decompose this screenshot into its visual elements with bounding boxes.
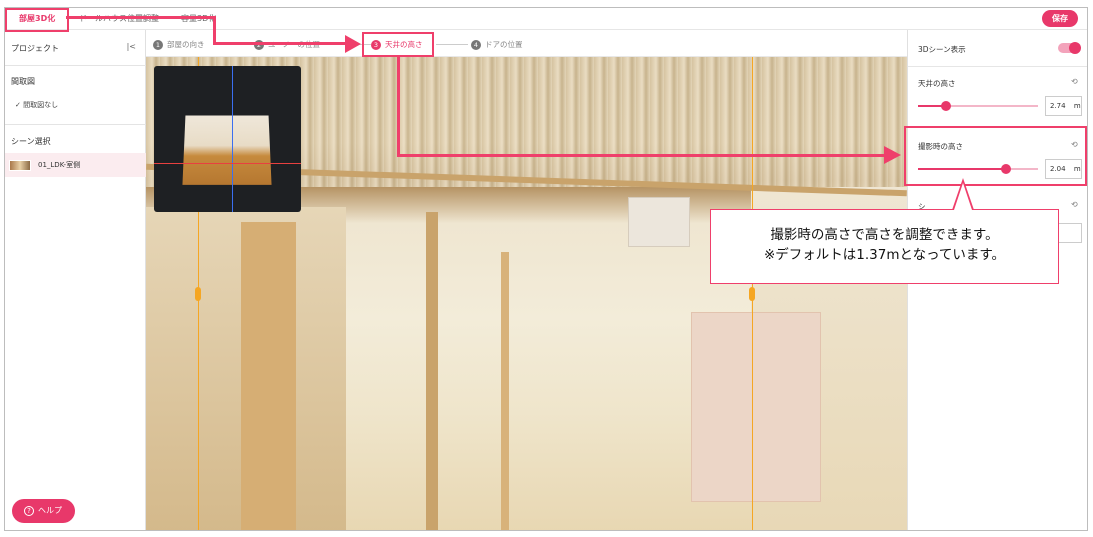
sidebar-header: プロジェクト |< bbox=[5, 30, 146, 66]
annotation-arrowhead bbox=[345, 35, 361, 53]
step-number: 1 bbox=[153, 40, 163, 50]
step-connector bbox=[436, 44, 468, 45]
reset-icon[interactable]: ⟲ bbox=[1071, 200, 1078, 209]
annotation-box-step bbox=[362, 32, 434, 57]
callout-line-2: ※デフォルトは1.37mとなっています。 bbox=[763, 247, 1006, 263]
step-room-direction[interactable]: 1 部屋の向き bbox=[153, 39, 205, 50]
minimap-axis-horizontal bbox=[154, 163, 301, 164]
guide-handle-right[interactable] bbox=[749, 287, 755, 301]
floorplan-heading: 間取図 bbox=[11, 77, 35, 86]
wood-board bbox=[241, 222, 296, 530]
dollhouse-minimap[interactable] bbox=[154, 66, 301, 212]
callout-box: 撮影時の高さで高さを調整できます。 ※デフォルトは1.37mとなっています。 bbox=[710, 209, 1059, 284]
ceiling-height-label: 天井の高さ bbox=[918, 79, 956, 88]
annotation-box-camera-height bbox=[904, 126, 1087, 186]
question-icon: ? bbox=[24, 506, 34, 516]
collapse-sidebar-icon[interactable]: |< bbox=[127, 42, 136, 51]
scene-thumbnail bbox=[9, 160, 31, 171]
floorplan-none-item[interactable]: ✓ 間取図なし bbox=[15, 100, 58, 110]
minimap-room-model bbox=[182, 115, 272, 185]
step-label: ドアの位置 bbox=[485, 40, 523, 49]
step-door-position[interactable]: 4 ドアの位置 bbox=[471, 39, 523, 50]
project-title: プロジェクト bbox=[11, 44, 59, 53]
air-conditioner bbox=[628, 197, 690, 247]
wood-post bbox=[501, 252, 509, 530]
annotation-arrow-line bbox=[66, 16, 216, 19]
scene-list-item[interactable]: 01_LDK-室側 bbox=[5, 153, 146, 177]
guide-handle-left[interactable] bbox=[195, 287, 201, 301]
toggle-knob bbox=[1069, 42, 1081, 54]
left-sidebar: プロジェクト |< 間取図 ✓ 間取図なし シーン選択 01_LDK-室側 ? … bbox=[5, 30, 146, 530]
annotation-arrowhead bbox=[884, 146, 901, 164]
annotation-arrow-line bbox=[397, 154, 887, 157]
step-label: 部屋の向き bbox=[167, 40, 205, 49]
wood-post bbox=[426, 212, 438, 530]
annotation-arrow-line bbox=[213, 42, 349, 45]
top-bar: 部屋3D化 ドールハウス位置調整 容量3D化 保存 bbox=[5, 8, 1087, 30]
help-button[interactable]: ? ヘルプ bbox=[12, 499, 75, 523]
wall-panel bbox=[691, 312, 821, 502]
annotation-box-tab bbox=[5, 8, 69, 32]
reset-icon[interactable]: ⟲ bbox=[1071, 77, 1078, 86]
unit-label: m bbox=[1073, 102, 1081, 110]
slider-thumb[interactable] bbox=[940, 101, 951, 111]
help-label: ヘルプ bbox=[38, 506, 62, 515]
scene-display-row: 3Dシーン表示 bbox=[908, 30, 1087, 66]
ceiling-height-input[interactable]: 2.74 m bbox=[1045, 96, 1082, 116]
callout-tail-inner bbox=[954, 183, 972, 210]
ceiling-height-slider[interactable] bbox=[918, 101, 1038, 111]
save-button[interactable]: 保存 bbox=[1042, 10, 1078, 27]
scene-display-label: 3Dシーン表示 bbox=[918, 45, 966, 54]
minimap-axis-vertical bbox=[232, 66, 233, 212]
scene-display-toggle[interactable] bbox=[1058, 42, 1081, 54]
ceiling-height-value: 2.74 bbox=[1050, 102, 1066, 110]
ceiling-height-row: 天井の高さ ⟲ 2.74 m bbox=[908, 67, 1087, 127]
annotation-arrow-line bbox=[213, 16, 216, 45]
panorama-viewer[interactable] bbox=[146, 57, 907, 530]
step-number: 4 bbox=[471, 40, 481, 50]
scene-select-heading: シーン選択 bbox=[11, 137, 51, 146]
sidebar-divider bbox=[5, 124, 146, 125]
annotation-arrow-line bbox=[397, 56, 400, 157]
callout-line-1: 撮影時の高さで高さを調整できます。 bbox=[770, 227, 999, 243]
scene-name: 01_LDK-室側 bbox=[38, 161, 81, 169]
